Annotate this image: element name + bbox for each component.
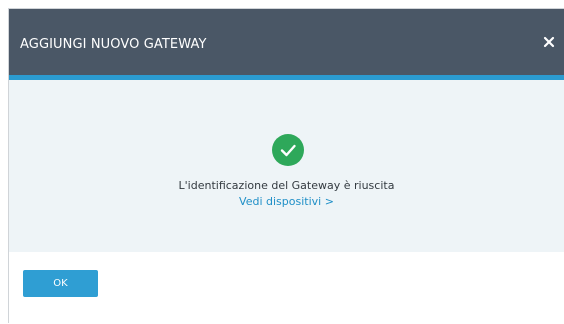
close-icon[interactable]: [542, 35, 556, 49]
success-message: L'identificazione del Gateway è riuscita: [178, 179, 395, 192]
ok-button[interactable]: OK: [23, 270, 98, 297]
dialog-header: AGGIUNGI NUOVO GATEWAY: [9, 9, 564, 75]
view-devices-link-wrapper: Vedi dispositivi >: [9, 195, 564, 209]
add-gateway-dialog: AGGIUNGI NUOVO GATEWAY L'identificazione…: [8, 8, 564, 324]
dialog-title: AGGIUNGI NUOVO GATEWAY: [20, 37, 207, 52]
dialog-body: L'identificazione del Gateway è riuscita…: [9, 80, 564, 252]
check-circle-icon: [272, 134, 304, 166]
view-devices-link[interactable]: Vedi dispositivi >: [239, 195, 334, 208]
dialog-footer: OK: [9, 252, 564, 324]
